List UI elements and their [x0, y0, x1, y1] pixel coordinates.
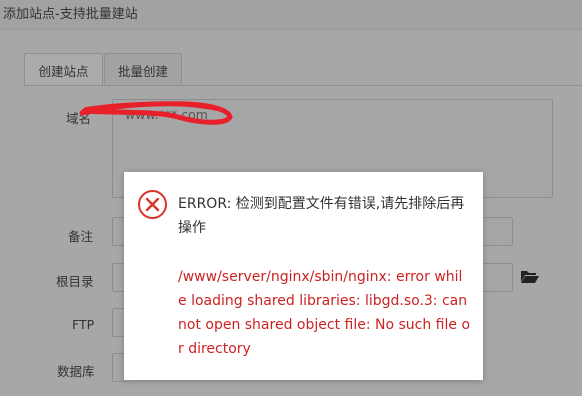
dialog-header: 添加站点-支持批量建站: [0, 0, 582, 30]
folder-open-icon[interactable]: [520, 268, 540, 284]
tab-create-site[interactable]: 创建站点: [24, 53, 103, 86]
error-detail: /www/server/nginx/sbin/nginx: error whil…: [178, 269, 471, 357]
error-circle-x-icon: [138, 190, 167, 219]
database-label: 数据库: [57, 364, 95, 379]
tab-divider: [24, 85, 582, 86]
redaction-scribble: [79, 101, 233, 125]
tab-batch-create[interactable]: 批量创建: [104, 53, 182, 86]
ftp-label: FTP: [72, 317, 95, 332]
dialog-title: 添加站点-支持批量建站: [3, 7, 138, 22]
root-dir-label: 根目录: [56, 274, 94, 289]
error-title: ERROR: 检测到配置文件有错误,请先排除后再操作: [178, 196, 465, 236]
remark-label: 备注: [68, 229, 94, 244]
